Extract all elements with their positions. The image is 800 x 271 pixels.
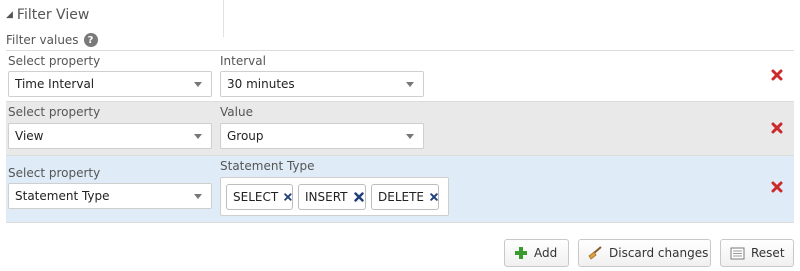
reset-button-label: Reset: [751, 246, 785, 260]
tag-label: INSERT: [305, 190, 348, 204]
chevron-down-icon: [194, 134, 202, 139]
filter-values-heading: Filter values ?: [6, 32, 98, 48]
help-icon[interactable]: ?: [83, 33, 98, 47]
triangle-down-icon: ◢: [6, 10, 13, 20]
chevron-down-icon: [406, 82, 414, 87]
property-select-value: Statement Type: [15, 189, 110, 203]
select-property-label: Select property: [8, 166, 101, 180]
reset-button[interactable]: Reset: [720, 239, 794, 267]
chevron-down-icon: [194, 194, 202, 199]
tag-insert: INSERT: [298, 184, 366, 210]
property-select-value: Time Interval: [15, 77, 95, 91]
property-select-value: View: [15, 129, 44, 143]
filter-row: Select property Time Interval Interval 3…: [6, 51, 794, 102]
discard-changes-label: Discard changes: [609, 246, 709, 260]
property-select[interactable]: View: [8, 123, 212, 149]
reset-icon: [730, 247, 745, 259]
value-label: Value: [220, 105, 253, 119]
statement-type-multiselect[interactable]: SELECT INSERT DELETE: [220, 177, 449, 216]
interval-select-value: 30 minutes: [227, 77, 295, 91]
tag-label: SELECT: [233, 190, 279, 204]
remove-x-icon[interactable]: [771, 69, 783, 81]
interval-label: Interval: [220, 54, 266, 68]
header-divider: [223, 0, 224, 37]
filter-view-toggle[interactable]: ◢ Filter View: [6, 5, 89, 25]
property-select[interactable]: Statement Type: [8, 183, 212, 209]
chevron-down-icon: [406, 134, 414, 139]
tag-remove-icon[interactable]: [284, 192, 292, 202]
remove-x-icon[interactable]: [771, 122, 783, 134]
filter-values-label: Filter values: [6, 33, 79, 47]
select-property-label: Select property: [8, 54, 101, 68]
value-select[interactable]: Group: [220, 123, 424, 149]
filter-row: Select property View Value Group: [6, 102, 794, 156]
broom-icon: [588, 246, 602, 260]
plus-icon: [515, 247, 527, 259]
filter-view-title: Filter View: [16, 7, 90, 23]
tag-select: SELECT: [226, 184, 293, 210]
filter-row: Select property Statement Type Statement…: [6, 156, 794, 223]
interval-select[interactable]: 30 minutes: [220, 71, 424, 97]
tag-remove-icon[interactable]: [430, 192, 438, 202]
statement-type-label: Statement Type: [220, 159, 315, 173]
chevron-down-icon: [194, 82, 202, 87]
tag-delete: DELETE: [371, 184, 439, 210]
add-button-label: Add: [534, 246, 558, 260]
remove-x-icon[interactable]: [771, 181, 783, 193]
select-property-label: Select property: [8, 105, 101, 119]
tag-label: DELETE: [378, 190, 425, 204]
value-select-value: Group: [227, 129, 264, 143]
property-select[interactable]: Time Interval: [8, 71, 212, 97]
discard-changes-button[interactable]: Discard changes: [578, 239, 711, 267]
tag-remove-icon[interactable]: [353, 192, 364, 202]
add-button[interactable]: Add: [504, 239, 569, 267]
